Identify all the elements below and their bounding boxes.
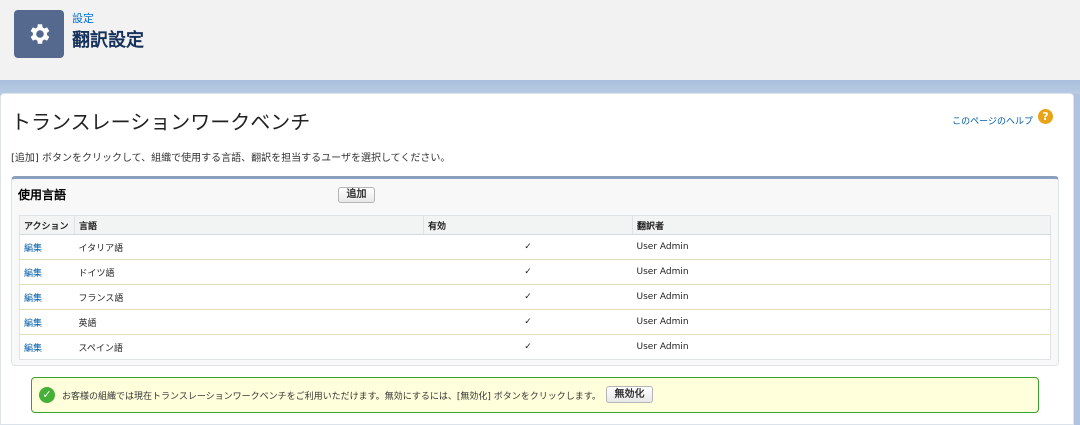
active-check-icon: ✓: [423, 259, 633, 285]
help-icon[interactable]: ?: [1038, 109, 1053, 124]
active-check-icon: ✓: [423, 234, 633, 260]
translator-cell: User Admin: [636, 342, 689, 352]
column-header-translator: 翻訳者: [632, 215, 1051, 235]
languages-section: 使用言語 追加 アクション 言語 有効 翻訳者 編集 イタリア語 ✓ User …: [11, 176, 1059, 366]
settings-header-icon: [14, 10, 64, 58]
table-row: 編集 イタリア語 ✓ User Admin: [19, 234, 1051, 260]
section-title: 使用言語: [18, 188, 67, 202]
edit-link[interactable]: 編集: [19, 234, 75, 260]
breadcrumb[interactable]: 設定: [72, 10, 94, 26]
language-cell: イタリア語: [74, 234, 424, 260]
language-cell: スペイン語: [78, 343, 123, 354]
table-header-row: アクション 言語 有効 翻訳者: [19, 215, 1051, 235]
language-cell: 英語: [74, 309, 424, 335]
translator-cell: User Admin: [632, 309, 1051, 335]
disable-button[interactable]: 無効化: [606, 386, 653, 403]
active-check-icon: ✓: [423, 284, 633, 310]
edit-link[interactable]: 編集: [19, 259, 75, 285]
language-cell: ドイツ語: [74, 259, 424, 285]
translator-cell: User Admin: [632, 234, 1051, 260]
edit-link[interactable]: 編集: [20, 335, 75, 360]
page-header: 設定 翻訳設定: [0, 0, 1080, 81]
table-row: 編集 フランス語 ✓ User Admin: [19, 284, 1051, 310]
column-header-language: 言語: [74, 215, 424, 235]
table-row: 編集 ドイツ語 ✓ User Admin: [19, 259, 1051, 285]
background-strip: [0, 80, 1080, 94]
add-language-button[interactable]: 追加: [338, 187, 375, 203]
edit-link[interactable]: 編集: [19, 309, 75, 335]
language-cell: フランス語: [74, 284, 424, 310]
instructions-text: [追加] ボタンをクリックして、組織で使用する言語、翻訳を担当するユーザを選択し…: [11, 153, 451, 164]
page-title: 翻訳設定: [72, 30, 144, 51]
help-link[interactable]: このページのヘルプ: [952, 114, 1033, 127]
main-content: トランスレーションワークベンチ このページのヘルプ ? [追加] ボタンをクリッ…: [0, 93, 1074, 425]
translator-cell: User Admin: [632, 284, 1051, 310]
gear-icon: [30, 24, 50, 44]
translator-cell: User Admin: [632, 259, 1051, 285]
success-check-icon: ✓: [39, 387, 55, 403]
languages-table: アクション 言語 有効 翻訳者 編集 イタリア語 ✓ User Admin 編集…: [19, 215, 1051, 360]
active-check-icon: ✓: [423, 309, 633, 335]
table-row: 編集 英語 ✓ User Admin: [19, 309, 1051, 335]
status-message: ✓ お客様の組織では現在トランスレーションワークベンチをご利用いただけます。無効…: [31, 377, 1039, 413]
edit-link[interactable]: 編集: [19, 284, 75, 310]
column-header-action: アクション: [19, 215, 75, 235]
page-heading: トランスレーションワークベンチ: [11, 110, 311, 134]
table-row: 編集 スペイン語 ✓ User Admin: [20, 335, 1051, 360]
status-message-text: お客様の組織では現在トランスレーションワークベンチをご利用いただけます。無効にす…: [62, 392, 601, 402]
column-header-active: 有効: [423, 215, 633, 235]
active-check-icon: ✓: [524, 342, 532, 352]
